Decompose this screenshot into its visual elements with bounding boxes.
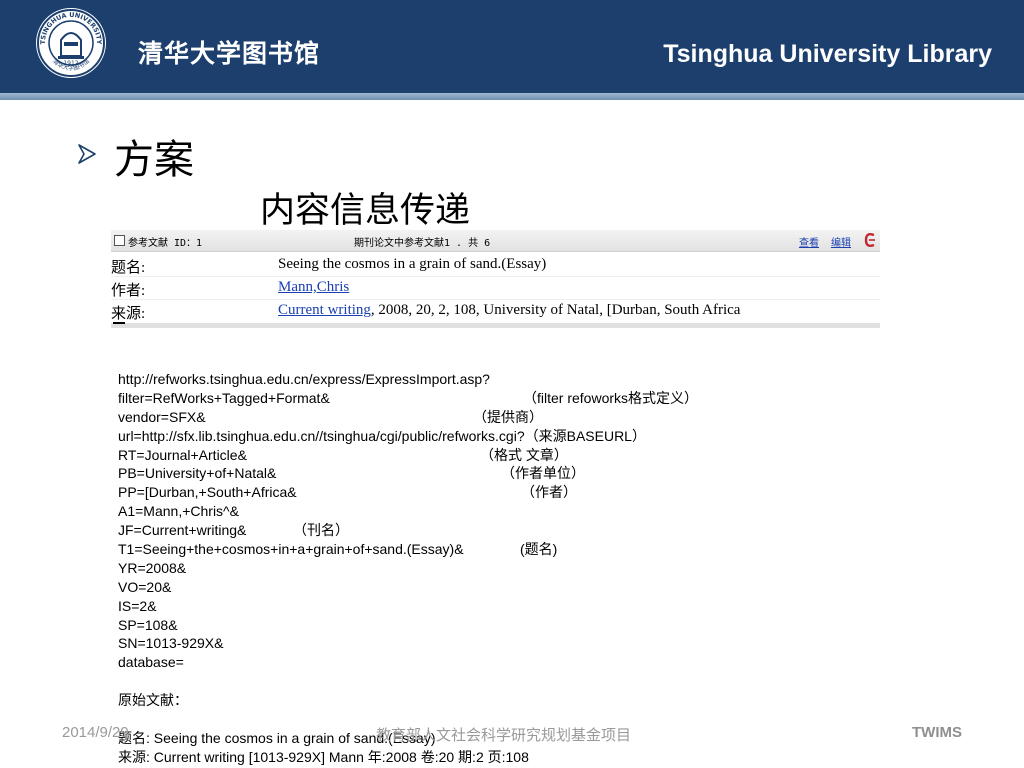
- code-line: PP=[Durban,+South+Africa& （作者）: [118, 483, 646, 502]
- code-line: RT=Journal+Article& （格式 文章）: [118, 446, 646, 465]
- code-line-text: JF=Current+writing&: [118, 522, 247, 539]
- footer-brand: TWIMS: [912, 724, 962, 741]
- code-line-text: RT=Journal+Article&: [118, 446, 247, 463]
- code-line-text: url=http://sfx.lib.tsinghua.edu.cn//tsin…: [118, 427, 646, 444]
- code-line-note: （作者）: [521, 484, 577, 501]
- code-line: http://refworks.tsinghua.edu.cn/express/…: [118, 370, 646, 389]
- record-bottom-mark: [113, 322, 125, 324]
- code-line: YR=2008&: [118, 559, 646, 578]
- code-line: PB=University+of+Natal& （作者单位）: [118, 464, 646, 483]
- code-line: A1=Mann,+Chris^&: [118, 502, 646, 521]
- code-line-note: （作者单位）: [501, 465, 585, 482]
- code-line-text: YR=2008&: [118, 559, 187, 576]
- code-line: T1=Seeing+the+cosmos+in+a+grain+of+sand.…: [118, 540, 646, 559]
- code-line: JF=Current+writing& （刊名）: [118, 521, 646, 540]
- code-line-text: PB=University+of+Natal&: [118, 465, 277, 482]
- code-line: 来源: Current writing [1013-929X] Mann 年:2…: [118, 748, 646, 767]
- code-line-note: (题名): [520, 541, 558, 558]
- record-row-title: 题名: Seeing the cosmos in a grain of sand…: [111, 254, 880, 277]
- reference-count-label: 期刊论文中参考文献1 . 共 6: [354, 238, 491, 249]
- author-link[interactable]: Mann,Chris: [278, 279, 349, 295]
- code-line: IS=2&: [118, 597, 646, 616]
- code-line-text: filter=RefWorks+Tagged+Format&: [118, 389, 330, 406]
- slide-header: 1912 TSINGHUA UNIVERSITY 清华大学图书馆 清华大学图书馆…: [0, 0, 1024, 93]
- code-line-note: （刊名）: [293, 522, 349, 539]
- select-checkbox[interactable]: [114, 235, 125, 246]
- code-line: filter=RefWorks+Tagged+Format& （filter re…: [118, 389, 698, 408]
- code-line-text: 来源: Current writing [1013-929X] Mann 年:2…: [118, 748, 529, 765]
- university-seal-logo: 1912 TSINGHUA UNIVERSITY 清华大学图书馆: [36, 8, 106, 78]
- code-line-text: 原始文献：: [118, 692, 188, 709]
- source-label: 来源:: [111, 306, 146, 322]
- library-title-english: Tsinghua University Library: [663, 40, 992, 68]
- view-link[interactable]: 查看: [799, 234, 819, 249]
- edit-link[interactable]: 编辑: [831, 234, 851, 249]
- author-value: Mann,Chris: [278, 279, 349, 296]
- title-value: Seeing the cosmos in a grain of sand.(Es…: [278, 256, 547, 272]
- title-label: 题名:: [111, 260, 146, 276]
- code-line-note: （格式 文章）: [480, 446, 568, 463]
- header-stripe: [0, 93, 1024, 100]
- code-line: vendor=SFX& （提供商）: [118, 408, 646, 427]
- record-toolbar: 参考文献 ID：1 期刊论文中参考文献1 . 共 6 查看 编辑: [111, 230, 880, 252]
- footer-project: 教育部人文社会科学研究规划基金项目: [376, 727, 632, 744]
- code-line-text: T1=Seeing+the+cosmos+in+a+grain+of+sand.…: [118, 541, 464, 558]
- refworks-url-parameters: http://refworks.tsinghua.edu.cn/express/…: [118, 370, 698, 767]
- code-line-text: vendor=SFX&: [118, 408, 206, 425]
- source-value: Current writing, 2008, 20, 2, 108, Unive…: [278, 302, 740, 319]
- author-label: 作者:: [111, 283, 146, 299]
- code-line: VO=20&: [118, 578, 646, 597]
- code-line-text: A1=Mann,+Chris^&: [118, 503, 239, 520]
- arrow-bullet-icon: [78, 144, 96, 164]
- slide-subheading: 内容信息传递: [260, 191, 471, 231]
- code-line: database=: [118, 653, 646, 672]
- reference-record-screenshot: 参考文献 ID：1 期刊论文中参考文献1 . 共 6 查看 编辑 题名: See…: [111, 230, 880, 328]
- source-details: , 2008, 20, 2, 108, University of Natal,…: [370, 302, 741, 318]
- code-line-text: IS=2&: [118, 597, 157, 614]
- code-line-note: （提供商）: [473, 408, 543, 425]
- code-line-text: SP=108&: [118, 616, 178, 633]
- code-line-text: database=: [118, 654, 184, 671]
- code-line-note: （filter refoworks格式定义）: [523, 389, 699, 406]
- code-line-text: VO=20&: [118, 578, 172, 595]
- record-row-author: 作者: Mann,Chris: [111, 277, 880, 300]
- record-bottom-bar: [111, 323, 880, 328]
- code-line: SN=1013-929X&: [118, 634, 646, 653]
- reference-id-label: 参考文献 ID：1: [128, 238, 203, 249]
- refworks-icon[interactable]: [863, 231, 877, 249]
- footer-date: 2014/9/29: [62, 724, 129, 741]
- source-journal-link[interactable]: Current writing: [278, 302, 371, 318]
- code-line: url=http://sfx.lib.tsinghua.edu.cn//tsin…: [118, 427, 646, 446]
- code-line: 原始文献：: [118, 691, 646, 710]
- code-line-text: http://refworks.tsinghua.edu.cn/express/…: [118, 371, 490, 387]
- library-title-chinese: 清华大学图书馆: [138, 39, 321, 68]
- code-line-text: PP=[Durban,+South+Africa&: [118, 484, 297, 501]
- code-line-text: SN=1013-929X&: [118, 635, 224, 652]
- slide-heading: 方案: [114, 137, 194, 183]
- code-line: SP=108&: [118, 616, 646, 635]
- record-row-source: 来源: Current writing, 2008, 20, 2, 108, U…: [111, 300, 880, 322]
